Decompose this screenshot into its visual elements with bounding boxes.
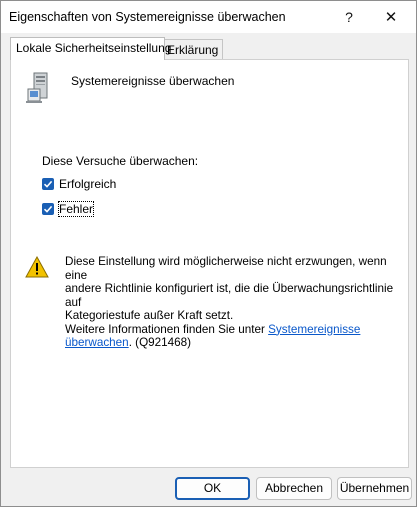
success-label: Erfolgreich (59, 177, 117, 191)
more-info-text: Weitere Informationen finden Sie unter (65, 322, 269, 336)
kb-reference: . (Q921468) (128, 336, 192, 349)
warning-text: Diese Einstellung wird möglicherweise ni… (65, 255, 395, 350)
checkbox-checked-icon[interactable] (42, 203, 54, 215)
failure-label: Fehler (57, 201, 95, 217)
checkbox-checked-icon[interactable] (42, 178, 54, 190)
audit-attempts-label: Diese Versuche überwachen: (42, 154, 199, 168)
success-checkbox[interactable]: Erfolgreich (42, 177, 116, 191)
help-icon: ? (345, 9, 353, 25)
close-button[interactable]: ✕ (371, 1, 411, 33)
tab-panel: Systemereignisse überwachen Diese Versuc… (10, 59, 409, 468)
help-link-part1[interactable]: Systemereignisse (268, 323, 360, 336)
close-icon: ✕ (384, 9, 398, 26)
ok-button[interactable]: OK (175, 477, 250, 500)
policy-name: Systemereignisse überwachen (71, 74, 235, 88)
apply-button[interactable]: Übernehmen (337, 477, 412, 500)
help-button[interactable]: ? (329, 1, 369, 33)
failure-checkbox[interactable]: Fehler (42, 201, 95, 217)
properties-dialog: Eigenschaften von Systemereignisse überw… (0, 0, 417, 507)
cancel-button[interactable]: Abbrechen (256, 477, 332, 500)
warning-line-4: Weitere Informationen finden Sie unter S… (65, 323, 395, 337)
server-icon (26, 72, 48, 103)
warning-line-2: andere Richtlinie konfiguriert ist, die … (65, 282, 394, 309)
warning-line-5: überwachen. (Q921468) (65, 336, 395, 350)
help-link-part2[interactable]: überwachen (65, 336, 129, 349)
warning-line-3: Kategoriestufe außer Kraft setzt. (65, 309, 234, 322)
title-bar[interactable]: Eigenschaften von Systemereignisse überw… (1, 1, 416, 33)
warning-line-1: Diese Einstellung wird möglicherweise ni… (65, 255, 387, 282)
warning-icon (25, 256, 49, 278)
window-title: Eigenschaften von Systemereignisse überw… (9, 10, 286, 24)
tab-local-security-setting[interactable]: Lokale Sicherheitseinstellung (10, 37, 171, 60)
